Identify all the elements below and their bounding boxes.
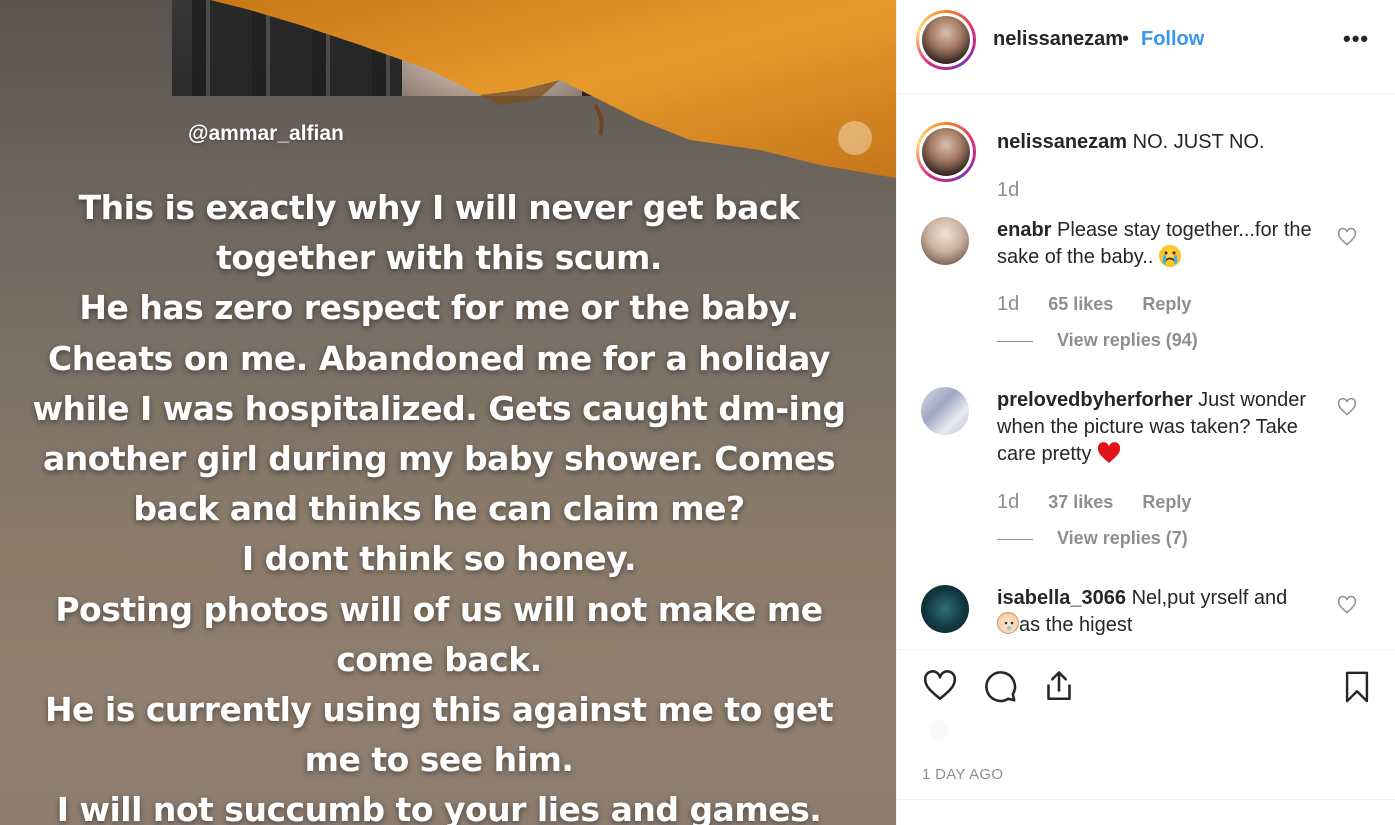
replies-divider xyxy=(997,341,1033,342)
story-line: He is currently using this against me to… xyxy=(44,690,834,730)
comment-avatar[interactable] xyxy=(921,387,969,435)
story-line: He has zero respect for me or the baby. xyxy=(79,288,799,328)
story-line: back and thinks he can claim me? xyxy=(133,489,745,529)
story-line: me to see him. xyxy=(304,740,574,780)
orange-cloth-graphic xyxy=(210,0,896,178)
author-avatar[interactable] xyxy=(916,10,976,70)
caption-text: nelissanezam NO. JUST NO. xyxy=(997,131,1265,154)
caption-username[interactable]: nelissanezam xyxy=(997,131,1127,153)
story-line: another girl during my baby shower. Come… xyxy=(42,439,836,479)
story-line: I will not succumb to your lies and game… xyxy=(56,790,822,825)
story-mention: @ammar_alfian xyxy=(188,122,344,145)
comments-list[interactable]: nelissanezam NO. JUST NO. 1d enabr Pleas… xyxy=(897,95,1395,649)
comment-username[interactable]: isabella_3066 xyxy=(997,587,1126,609)
view-replies-button[interactable]: View replies (94) xyxy=(1057,330,1198,351)
comment-icon[interactable] xyxy=(982,668,1018,704)
like-comment-heart-icon[interactable] xyxy=(1337,595,1357,615)
caption-avatar[interactable] xyxy=(916,122,976,182)
story-line: together with this scum. xyxy=(216,238,662,278)
comment-username[interactable]: enabr xyxy=(997,219,1051,241)
post-panel: nelissanezam • Follow ••• nelissanezam N… xyxy=(896,0,1395,825)
separator-dot: • xyxy=(1122,28,1130,50)
comment-meta: 1d 37 likes Reply xyxy=(997,491,1215,514)
heart-icon[interactable] xyxy=(921,668,959,704)
view-replies-button[interactable]: View replies (7) xyxy=(1057,528,1188,549)
reply-button[interactable]: Reply xyxy=(1142,492,1191,512)
story-line: Cheats on me. Abandoned me for a holiday xyxy=(48,338,830,378)
comment-likes[interactable]: 65 likes xyxy=(1048,294,1113,314)
red-heart-emoji xyxy=(1097,442,1121,464)
story-line: This is exactly why I will never get bac… xyxy=(78,188,800,227)
comment-text: prelovedbyherforher Just wonder when the… xyxy=(997,387,1327,468)
share-icon[interactable] xyxy=(1041,668,1077,704)
comment-avatar[interactable] xyxy=(921,217,969,265)
comment-time[interactable]: 1d xyxy=(997,491,1019,513)
more-options-icon[interactable]: ••• xyxy=(1343,26,1369,52)
post-time-ago[interactable]: 1 DAY AGO xyxy=(922,766,1003,783)
comment-likes[interactable]: 37 likes xyxy=(1048,492,1113,512)
comment-username[interactable]: prelovedbyherforher xyxy=(997,389,1193,411)
replies-divider xyxy=(997,539,1033,540)
comment-body: Nel,put yrself and xyxy=(1131,587,1288,609)
story-line: Posting photos will of us will not make … xyxy=(55,589,823,629)
caption-time[interactable]: 1d xyxy=(997,179,1019,202)
bookmark-icon[interactable] xyxy=(1340,668,1374,706)
post-actions: 1 DAY AGO xyxy=(897,649,1395,800)
comment-text: enabr Please stay together...for the sak… xyxy=(997,217,1327,271)
comment-avatar[interactable] xyxy=(921,585,969,633)
story-line: I dont think so honey. xyxy=(241,539,637,579)
comment-body: as the higest xyxy=(1019,614,1133,636)
baby-face-emoji xyxy=(997,612,1019,634)
likers-avatar-placeholder xyxy=(929,720,949,740)
comment-text: isabella_3066 Nel,put yrself and as the … xyxy=(997,585,1327,639)
story-image: @ammar_alfian This is exactly why I will… xyxy=(0,0,896,825)
like-comment-heart-icon[interactable] xyxy=(1337,397,1357,417)
story-text: This is exactly why I will never get bac… xyxy=(0,183,878,825)
crying-face-emoji xyxy=(1158,245,1181,267)
author-username[interactable]: nelissanezam xyxy=(993,28,1123,51)
story-line: while I was hospitalized. Gets caught dm… xyxy=(32,388,846,428)
like-comment-heart-icon[interactable] xyxy=(1337,227,1357,247)
story-line: come back. xyxy=(336,639,542,679)
follow-button[interactable]: Follow xyxy=(1141,28,1204,51)
post-header: nelissanezam • Follow ••• xyxy=(897,0,1395,94)
reply-button[interactable]: Reply xyxy=(1142,294,1191,314)
comment-meta: 1d 65 likes Reply xyxy=(997,293,1215,316)
comment-time[interactable]: 1d xyxy=(997,293,1019,315)
caption-body: NO. JUST NO. xyxy=(1132,131,1265,153)
